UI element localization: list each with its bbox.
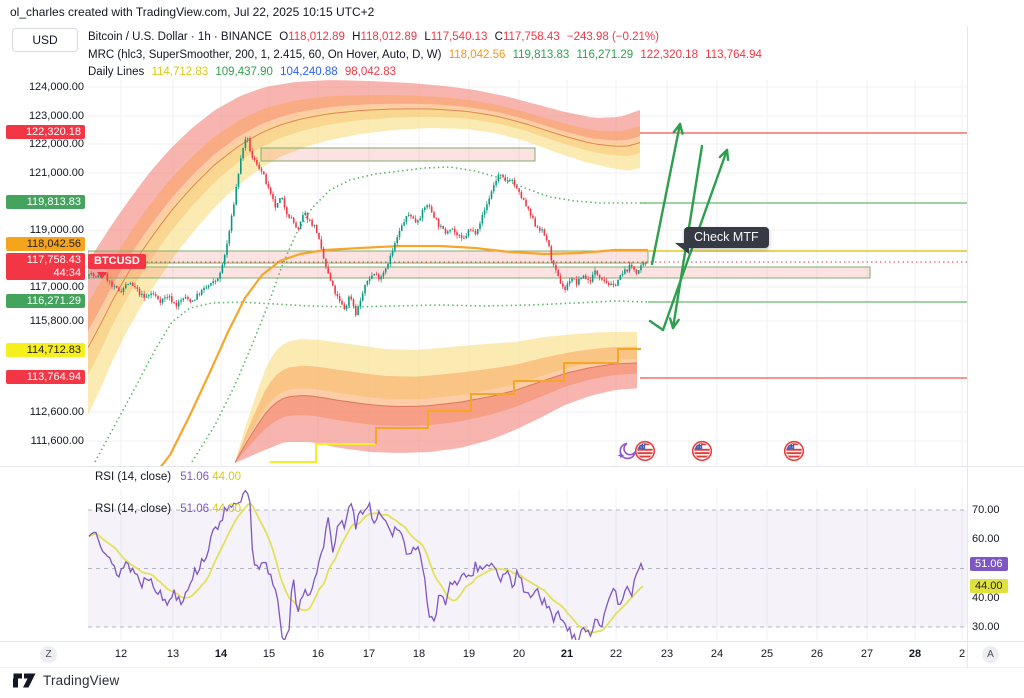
price-axis-badge: 116,271.29 <box>6 294 85 308</box>
time-axis-tick[interactable]: 12 <box>115 648 127 660</box>
moon-sparkle-icon <box>618 444 636 459</box>
time-axis-tick[interactable]: 16 <box>312 648 324 660</box>
time-axis-tick[interactable]: 20 <box>513 648 525 660</box>
price-axis-label: 121,000.00 <box>4 167 84 179</box>
time-axis-tick[interactable]: 27 <box>861 648 873 660</box>
symbol-price-tag: BTCUSD <box>88 254 146 269</box>
time-axis-tick[interactable]: 14 <box>215 648 227 660</box>
rsi-legend[interactable]: RSI (14, close) 51.06 44.00 <box>95 471 241 483</box>
rsi-axis-label: 70.00 <box>972 504 1000 516</box>
tradingview-brand-text: TradingView <box>43 673 120 688</box>
rsi-ma-value: 44.00 <box>212 471 241 483</box>
time-axis-tick[interactable]: 22 <box>610 648 622 660</box>
price-axis-label: 124,000.00 <box>4 81 84 93</box>
time-axis-tick[interactable]: 17 <box>363 648 375 660</box>
time-axis-tick[interactable]: 15 <box>263 648 275 660</box>
price-axis-badge: 122,320.18 <box>6 125 85 139</box>
rsi-axis-badge: 51.06 <box>970 557 1008 571</box>
chart-canvas[interactable] <box>0 0 1024 698</box>
tradingview-snapshot: { "header": { "credit": "ol_charles crea… <box>0 0 1024 698</box>
down-triangle-marker <box>97 272 107 279</box>
price-axis-badge: 118,042.56 <box>6 237 85 251</box>
rsi-name: RSI (14, close) <box>95 471 171 483</box>
price-axis-badge: 114,712.83 <box>6 343 85 357</box>
price-axis-label: 117,000.00 <box>4 281 84 293</box>
time-axis-tick[interactable]: 19 <box>463 648 475 660</box>
price-axis-badge: 119,813.83 <box>6 195 85 209</box>
timezone-button[interactable]: Z <box>40 646 57 663</box>
price-axis-badge: 113,764.94 <box>6 370 85 384</box>
time-axis-separator <box>0 641 1024 642</box>
rsi-axis-label: 60.00 <box>972 533 1000 545</box>
rsi-legend-inner[interactable]: RSI (14, close) 51.06 44.00 <box>95 503 241 515</box>
time-axis-tick[interactable]: 25 <box>761 648 773 660</box>
rsi-value-inner: 51.06 <box>180 503 209 515</box>
tradingview-logo-icon <box>13 673 36 688</box>
price-axis-label: 115,800.00 <box>4 315 84 327</box>
price-axis-label: 112,600.00 <box>4 406 84 418</box>
footer-separator <box>0 667 1024 668</box>
rsi-value: 51.06 <box>180 471 209 483</box>
price-axis-label: 119,000.00 <box>4 224 84 236</box>
time-axis-tick[interactable]: 26 <box>811 648 823 660</box>
time-axis-tick[interactable]: 23 <box>661 648 673 660</box>
time-axis-tick[interactable]: 2 <box>959 648 965 660</box>
time-axis-tick[interactable]: 13 <box>167 648 179 660</box>
time-axis-tick[interactable]: 28 <box>909 648 921 660</box>
right-scale-border <box>967 26 968 668</box>
tradingview-brand[interactable]: TradingView <box>13 673 120 688</box>
time-axis-tick[interactable]: 18 <box>413 648 425 660</box>
price-axis-label: 122,000.00 <box>4 138 84 150</box>
time-axis-tick[interactable]: 24 <box>711 648 723 660</box>
check-mtf-note[interactable]: Check MTF <box>684 227 769 248</box>
rsi-axis-label: 30.00 <box>972 621 1000 633</box>
time-axis-tick[interactable]: 21 <box>561 648 573 660</box>
pane-separator[interactable] <box>0 466 1024 467</box>
calendar-event-icons[interactable] <box>618 442 804 461</box>
price-axis-label: 123,000.00 <box>4 110 84 122</box>
price-pane[interactable] <box>88 80 870 478</box>
rsi-axis-label: 40.00 <box>972 592 1000 604</box>
rsi-ma-value-inner: 44.00 <box>212 503 241 515</box>
rsi-name-inner: RSI (14, close) <box>95 503 171 515</box>
rsi-axis-badge: 44.00 <box>970 579 1008 593</box>
price-axis-label: 111,600.00 <box>4 435 84 447</box>
price-axis-badge: 117,758.4344:34 <box>6 253 85 280</box>
auto-scale-button[interactable]: A <box>982 646 999 663</box>
